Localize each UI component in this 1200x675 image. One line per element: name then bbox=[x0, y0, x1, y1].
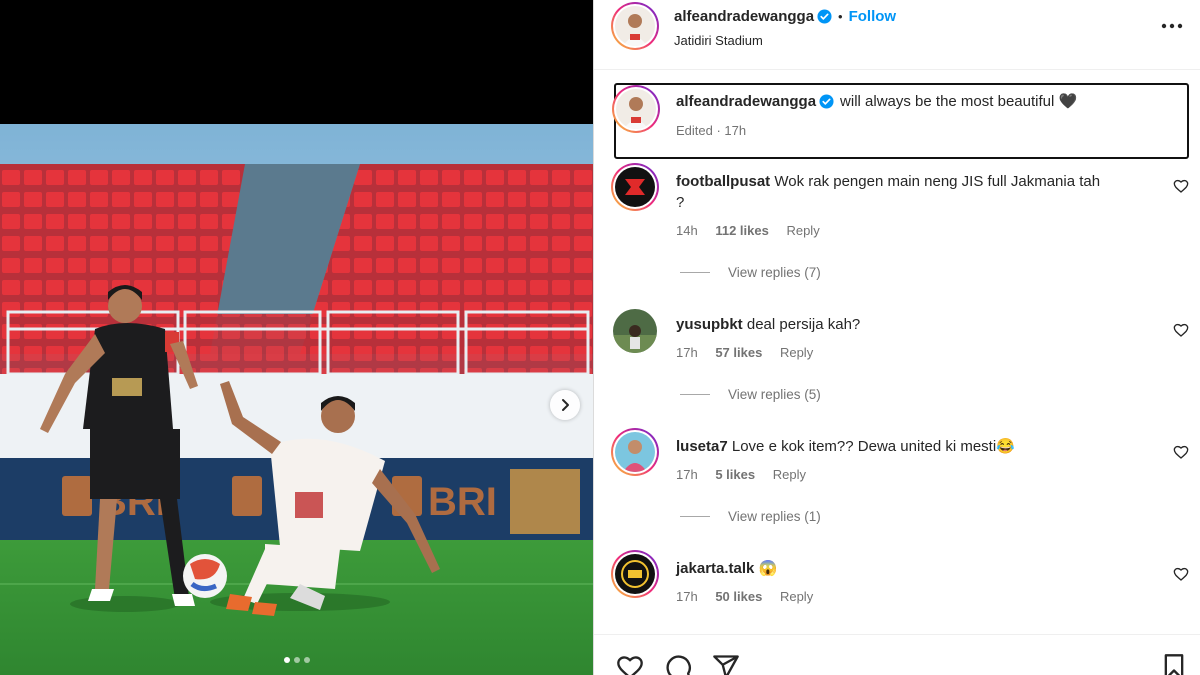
replies-divider-line bbox=[680, 272, 710, 273]
post-action-bar bbox=[594, 634, 1200, 675]
match-photo-illustration: BRI BRI bbox=[0, 124, 593, 675]
post-details-panel: alfeandradewangga • Follow Jatidiri Stad… bbox=[593, 0, 1200, 675]
follow-button[interactable]: Follow bbox=[849, 8, 897, 25]
verified-badge-icon bbox=[817, 9, 832, 24]
like-comment-heart-icon[interactable] bbox=[1173, 566, 1189, 582]
comment-body: footballpusat Wok rak pengen main neng J… bbox=[676, 171, 1166, 213]
comment-meta: 14h 112 likes Reply bbox=[676, 223, 834, 238]
post-photo: BRI BRI bbox=[0, 124, 593, 675]
like-comment-heart-icon[interactable] bbox=[1173, 178, 1189, 194]
post-media: BRI BRI bbox=[0, 0, 593, 675]
comment-avatar-footballpusat[interactable] bbox=[611, 163, 659, 211]
like-comment-heart-icon[interactable] bbox=[1173, 322, 1189, 338]
next-media-button[interactable] bbox=[550, 390, 580, 420]
football bbox=[183, 554, 227, 598]
more-options-button[interactable] bbox=[1160, 14, 1184, 38]
comment-likes[interactable]: 5 likes bbox=[715, 467, 755, 482]
comment-avatar-jakarta-talk[interactable] bbox=[611, 550, 659, 598]
reply-button[interactable]: Reply bbox=[786, 223, 819, 238]
comment-meta: 17h 57 likes Reply bbox=[676, 345, 827, 360]
carousel-dot bbox=[283, 657, 290, 663]
caption-text: will always be the most beautiful 🖤 bbox=[840, 93, 1078, 110]
like-comment-heart-icon[interactable] bbox=[1173, 444, 1189, 460]
reply-button[interactable]: Reply bbox=[780, 589, 813, 604]
comment-body: yusupbkt deal persija kah? bbox=[676, 314, 860, 335]
post-location[interactable]: Jatidiri Stadium bbox=[674, 33, 763, 48]
caption-meta: Edited · 17h bbox=[676, 123, 747, 138]
caption-line: alfeandradewangga will always be the mos… bbox=[676, 91, 1077, 112]
footballpusat-logo-icon bbox=[615, 167, 655, 207]
view-replies-button[interactable]: View replies (7) bbox=[680, 265, 821, 280]
luseta7-avatar-image bbox=[615, 432, 655, 472]
view-replies-button[interactable]: View replies (5) bbox=[680, 387, 821, 402]
reply-button[interactable]: Reply bbox=[780, 345, 813, 360]
comment-bubble-icon[interactable] bbox=[664, 653, 692, 675]
comment-time: 14h bbox=[676, 223, 698, 238]
share-paper-plane-icon[interactable] bbox=[712, 653, 740, 675]
caption-author-avatar[interactable] bbox=[612, 85, 660, 133]
author-avatar[interactable] bbox=[611, 2, 659, 50]
comment-body: jakarta.talk 😱 bbox=[676, 558, 777, 579]
save-bookmark-icon[interactable] bbox=[1160, 653, 1188, 675]
verified-badge-icon bbox=[819, 94, 834, 109]
comment-text: Love e kok item?? Dewa united ki mesti😂 bbox=[731, 438, 1015, 455]
yusupbkt-avatar-image bbox=[613, 309, 657, 353]
comment-avatar-luseta7[interactable] bbox=[611, 428, 659, 476]
author-username[interactable]: alfeandradewangga bbox=[674, 8, 814, 25]
carousel-dot bbox=[303, 657, 310, 663]
comment-body: luseta7 Love e kok item?? Dewa united ki… bbox=[676, 436, 1015, 457]
view-replies-label: View replies (5) bbox=[728, 387, 821, 402]
comment-meta: 17h 5 likes Reply bbox=[676, 467, 820, 482]
comment-time: 17h bbox=[676, 467, 698, 482]
caption-avatar-image bbox=[616, 89, 656, 129]
comment-username[interactable]: luseta7 bbox=[676, 438, 728, 455]
view-replies-button[interactable]: View replies (1) bbox=[680, 509, 821, 524]
post-header: alfeandradewangga • Follow Jatidiri Stad… bbox=[594, 0, 1200, 70]
ad-board-text-2: BRI bbox=[428, 480, 497, 524]
comment-text: deal persija kah? bbox=[746, 316, 861, 333]
comment-username[interactable]: yusupbkt bbox=[676, 316, 743, 333]
post-caption: alfeandradewangga will always be the mos… bbox=[612, 83, 1189, 159]
author-avatar-image bbox=[615, 6, 655, 46]
comment-likes[interactable]: 112 likes bbox=[715, 223, 769, 238]
comment-text: 😱 bbox=[758, 560, 778, 577]
view-replies-label: View replies (1) bbox=[728, 509, 821, 524]
header-separator: • bbox=[838, 9, 843, 24]
comment-username[interactable]: footballpusat bbox=[676, 173, 770, 190]
header-title-row: alfeandradewangga • Follow bbox=[674, 8, 896, 25]
comment-likes[interactable]: 50 likes bbox=[715, 589, 762, 604]
comment-time: 17h bbox=[676, 345, 698, 360]
jakarta-talk-logo-icon bbox=[615, 554, 655, 594]
reply-button[interactable]: Reply bbox=[773, 467, 806, 482]
comment-username[interactable]: jakarta.talk bbox=[676, 560, 754, 577]
comment-meta: 17h 50 likes Reply bbox=[676, 589, 827, 604]
replies-divider-line bbox=[680, 516, 710, 517]
comment-time: 17h bbox=[676, 589, 698, 604]
replies-divider-line bbox=[680, 394, 710, 395]
view-replies-label: View replies (7) bbox=[728, 265, 821, 280]
caption-username[interactable]: alfeandradewangga bbox=[676, 93, 816, 110]
carousel-dots bbox=[0, 657, 593, 663]
comment-text: Wok rak pengen main neng JIS full Jakman… bbox=[774, 173, 1101, 190]
carousel-dot bbox=[293, 657, 300, 663]
chevron-right-icon bbox=[562, 399, 569, 411]
like-heart-icon[interactable] bbox=[616, 653, 644, 675]
comment-avatar-yusupbkt[interactable] bbox=[613, 309, 657, 353]
comment-text-wrap: ? bbox=[676, 194, 685, 211]
comment-likes[interactable]: 57 likes bbox=[715, 345, 762, 360]
more-horizontal-icon bbox=[1161, 23, 1183, 29]
